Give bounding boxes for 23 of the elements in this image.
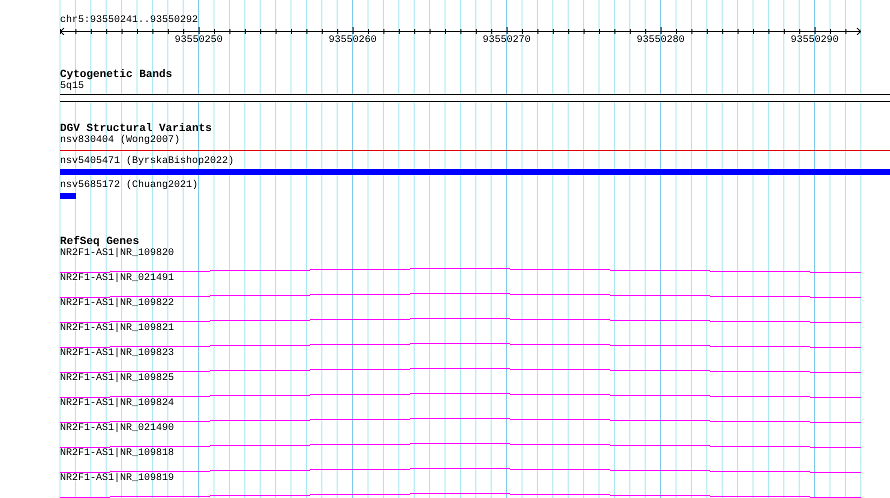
location-label: chr5:93550241..93550292 bbox=[60, 15, 198, 27]
ruler-label: 93550250 bbox=[174, 35, 223, 47]
gene-label: NR2F1-AS1|NR_021491 bbox=[60, 273, 174, 285]
ruler-label: 93550290 bbox=[790, 35, 839, 47]
gene-label: NR2F1-AS1|NR_109821 bbox=[60, 323, 174, 335]
track-title: DGV Structural Variants bbox=[60, 123, 213, 135]
ruler-label: 93550280 bbox=[636, 35, 685, 47]
ruler-label: 93550260 bbox=[328, 35, 377, 47]
gene-label: NR2F1-AS1|NR_109820 bbox=[60, 248, 174, 260]
gene-label: NR2F1-AS1|NR_021490 bbox=[60, 423, 174, 435]
band-label: 5q15 bbox=[60, 81, 84, 93]
gene-label: NR2F1-AS1|NR_109822 bbox=[60, 298, 174, 310]
gene-label: NR2F1-AS1|NR_109818 bbox=[60, 448, 174, 460]
track-title: Cytogenetic Bands bbox=[60, 69, 174, 81]
ruler-label: 93550270 bbox=[482, 35, 531, 47]
variant-label: nsv5685172 (Chuang2021) bbox=[60, 180, 198, 192]
gene-label: NR2F1-AS1|NR_109823 bbox=[60, 348, 174, 360]
variant-label: nsv5405471 (ByrskaBishop2022) bbox=[60, 156, 234, 168]
track-title: RefSeq Genes bbox=[60, 236, 140, 248]
variant-label: nsv830404 (Wong2007) bbox=[60, 135, 180, 147]
gene-label: NR2F1-AS1|NR_109824 bbox=[60, 398, 174, 410]
gene-label: NR2F1-AS1|NR_109819 bbox=[60, 473, 174, 485]
gene-label: NR2F1-AS1|NR_109825 bbox=[60, 373, 174, 385]
